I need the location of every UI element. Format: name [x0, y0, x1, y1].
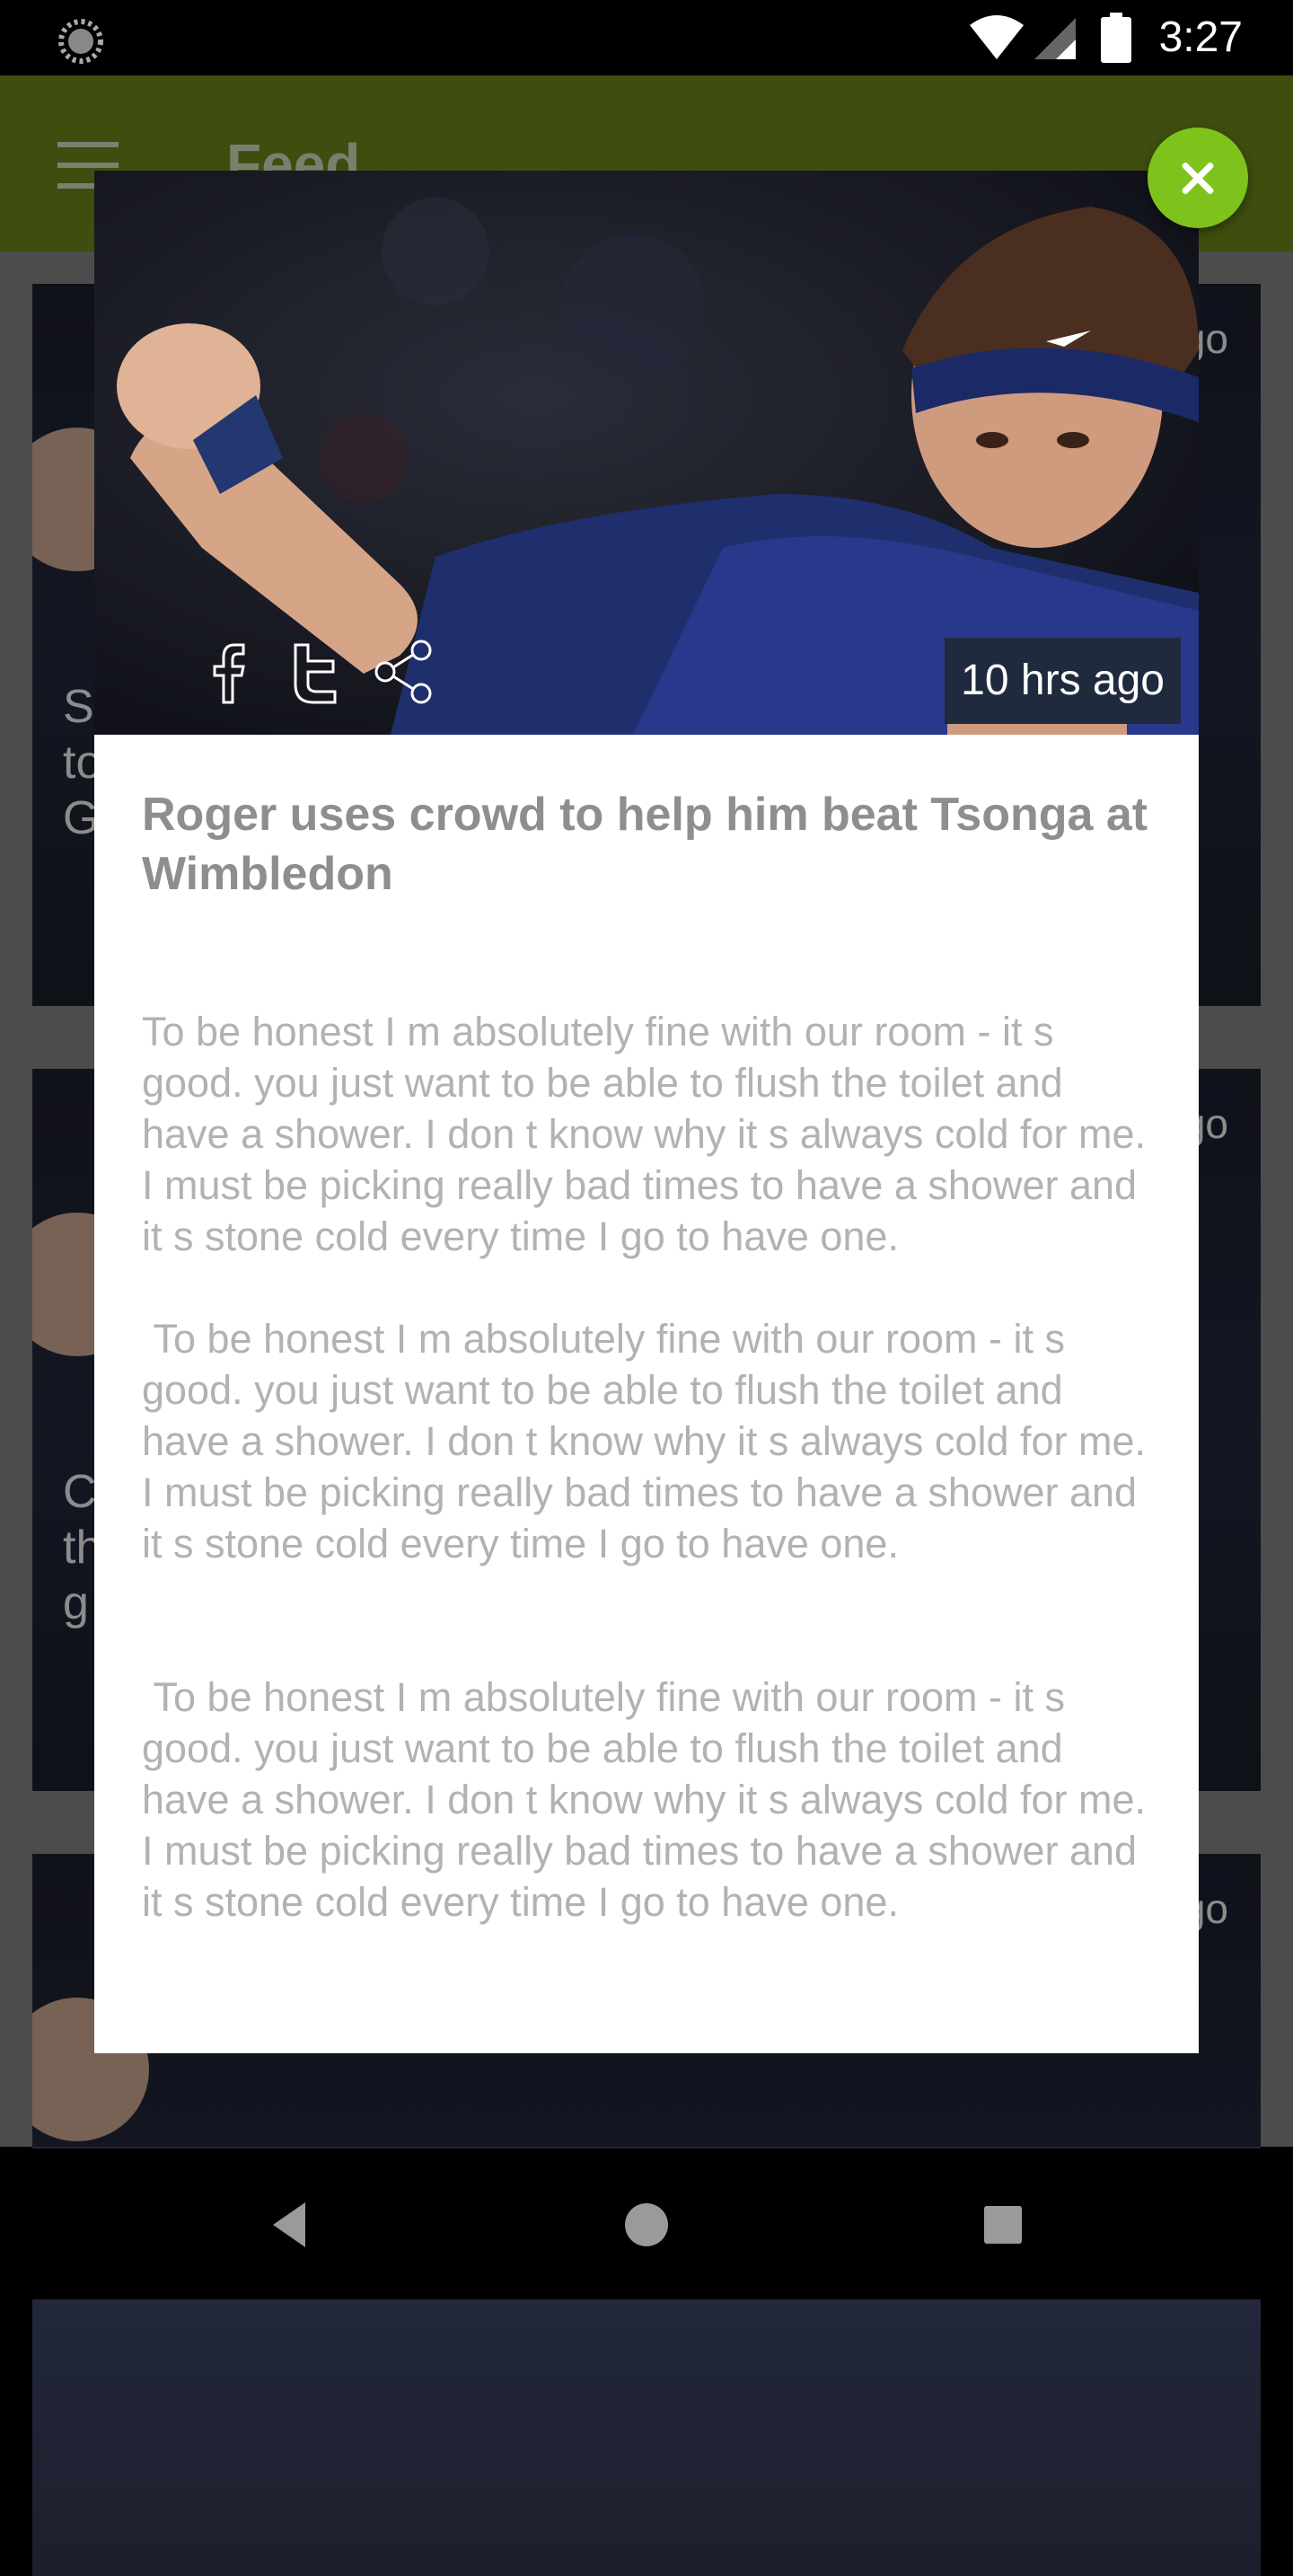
article-content: Roger uses crowd to help him beat Tsonga… — [142, 785, 1161, 1928]
article-modal: 10 hrs ago Roger uses crowd to help him … — [94, 171, 1199, 2053]
recents-icon[interactable] — [972, 2193, 1034, 2256]
facebook-icon[interactable] — [193, 636, 265, 708]
navigation-bar — [0, 2148, 1293, 2299]
article-hero-image: 10 hrs ago — [94, 171, 1199, 735]
share-icon[interactable] — [369, 636, 441, 708]
battery-icon — [1101, 13, 1131, 63]
article-paragraph: To be honest I m absolutely fine with ou… — [142, 1009, 1157, 1259]
close-button[interactable] — [1148, 128, 1248, 228]
sync-icon — [58, 19, 103, 64]
twitter-icon[interactable] — [281, 636, 353, 708]
article-time-badge: 10 hrs ago — [945, 638, 1181, 724]
status-bar: 3:27 — [0, 0, 1293, 75]
article-paragraph: To be honest I m absolutely fine with ou… — [142, 1316, 1157, 1566]
article-headline: Roger uses crowd to help him beat Tsonga… — [142, 789, 1148, 900]
home-icon[interactable] — [615, 2193, 678, 2256]
back-icon[interactable] — [260, 2193, 323, 2256]
article-paragraph: To be honest I m absolutely fine with ou… — [142, 1674, 1157, 1925]
signal-icon — [1034, 18, 1076, 59]
status-time: 3:27 — [1158, 13, 1243, 61]
wifi-icon — [970, 15, 1024, 59]
